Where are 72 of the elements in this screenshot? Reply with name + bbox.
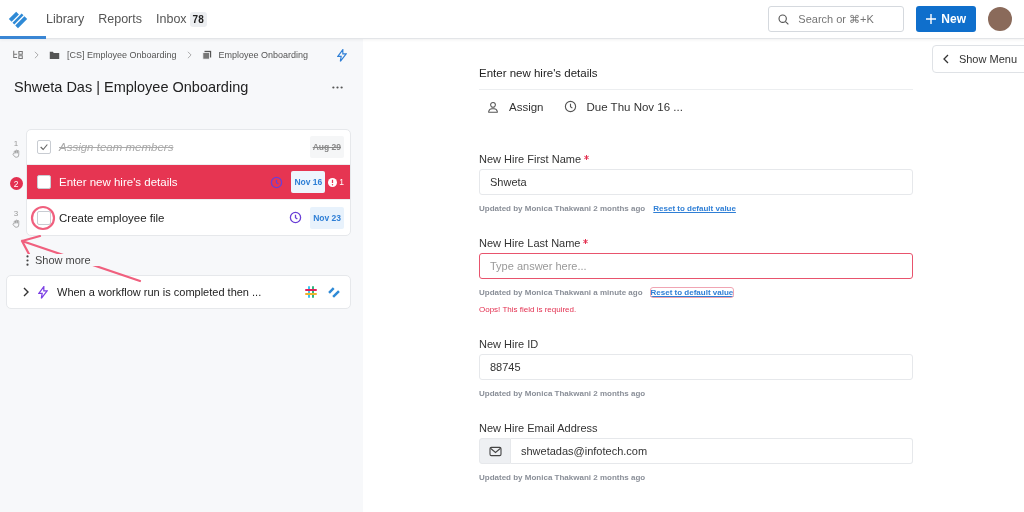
due-date-tag: Aug 29 — [309, 136, 344, 158]
assign-button[interactable]: Assign — [487, 100, 544, 113]
run-title: Shweta Das | Employee Onboarding — [14, 79, 249, 95]
update-note: Updated by Monica Thakwani a minute ago — [479, 288, 643, 297]
text-field[interactable]: Type answer here... — [479, 253, 913, 279]
copy-icon — [201, 50, 212, 60]
search-field[interactable]: Search or ⌘+K — [768, 6, 905, 32]
automation-card[interactable]: When a workflow run is completed then ... — [6, 275, 351, 309]
due-date-tag: Nov 16 — [291, 171, 326, 193]
email-field[interactable]: shwetadas@infotech.com — [511, 438, 913, 464]
task-title: Create employee file — [59, 211, 166, 224]
field-label: New Hire Email Address — [479, 422, 598, 434]
lightning-icon — [38, 285, 48, 299]
check-icon — [39, 142, 49, 152]
nav-link[interactable]: Reports — [98, 12, 142, 26]
task-title: Assign team members — [59, 141, 175, 153]
error-count: 1 — [328, 177, 344, 187]
field-label: New Hire ID — [479, 338, 539, 350]
text-field[interactable]: Shweta — [479, 169, 913, 195]
task-number: 3 — [13, 209, 19, 218]
field-label: New Hire First Name — [479, 153, 582, 165]
person-icon — [487, 100, 499, 113]
breadcrumb-link[interactable]: Employee Onboarding — [218, 50, 309, 60]
clock-icon — [270, 175, 284, 189]
hand-icon[interactable] — [11, 219, 21, 228]
task-number: 2 — [9, 177, 23, 190]
folder-icon — [49, 50, 60, 60]
task-heading: Enter new hire's details — [479, 67, 913, 90]
text-field[interactable]: 88745 — [479, 354, 913, 380]
hierarchy-icon[interactable] — [12, 49, 24, 61]
breadcrumb-link[interactable]: [CS] Employee Onboarding — [67, 50, 177, 60]
more-options-icon[interactable] — [332, 85, 343, 89]
task-checkbox[interactable] — [37, 140, 51, 154]
reset-link[interactable]: Reset to default value — [653, 204, 736, 213]
update-note: Updated by Monica Thakwani 2 months ago — [479, 389, 646, 398]
nav-link[interactable]: Library — [46, 12, 85, 26]
lightning-icon[interactable] — [337, 48, 347, 62]
due-date-tag: Nov 23 — [310, 206, 344, 229]
chevron-icon — [186, 51, 192, 59]
alert-icon — [328, 177, 338, 187]
automation-text: When a workflow run is completed then ... — [57, 286, 262, 298]
clock-icon — [563, 100, 577, 113]
reset-link[interactable]: Reset to default value — [650, 288, 734, 297]
task-checkbox[interactable] — [37, 175, 51, 189]
due-date-button[interactable]: Due Thu Nov 16 ... — [563, 100, 683, 113]
search-input[interactable]: Search or ⌘+K — [796, 12, 891, 26]
task-item[interactable]: Enter new hire's details Nov 16 1 — [27, 165, 350, 200]
vertical-dots-icon — [26, 254, 29, 266]
chevron-icon — [23, 287, 29, 297]
update-note: Updated by Monica Thakwani 2 months ago — [479, 473, 646, 482]
task-item[interactable]: Create employee file Nov 23 — [27, 200, 350, 235]
nav-link[interactable]: Inbox — [156, 12, 187, 26]
task-checkbox[interactable] — [37, 210, 51, 225]
hashtag-logo-icon — [304, 285, 318, 299]
task-number: 1 — [13, 139, 19, 148]
chevron-icon — [34, 51, 39, 59]
clock-icon — [289, 211, 303, 224]
chevron-left-icon — [942, 54, 949, 64]
plus-icon — [926, 14, 937, 24]
update-note: Updated by Monica Thakwani 2 months ago — [479, 204, 646, 213]
logo-icon — [327, 285, 341, 299]
user-avatar[interactable] — [988, 7, 1012, 31]
inbox-count-badge: 78 — [189, 11, 207, 27]
active-indicator — [0, 36, 46, 39]
hand-icon[interactable] — [11, 149, 21, 158]
field-label: New Hire Last Name — [479, 237, 581, 249]
task-title: Enter new hire's details — [59, 176, 179, 188]
envelope-icon — [479, 438, 511, 464]
search-icon — [777, 12, 791, 26]
new-button[interactable]: New — [916, 6, 976, 32]
show-menu-button[interactable]: Show Menu — [931, 45, 1024, 73]
error-message: Oops! This field is required. — [479, 305, 578, 314]
